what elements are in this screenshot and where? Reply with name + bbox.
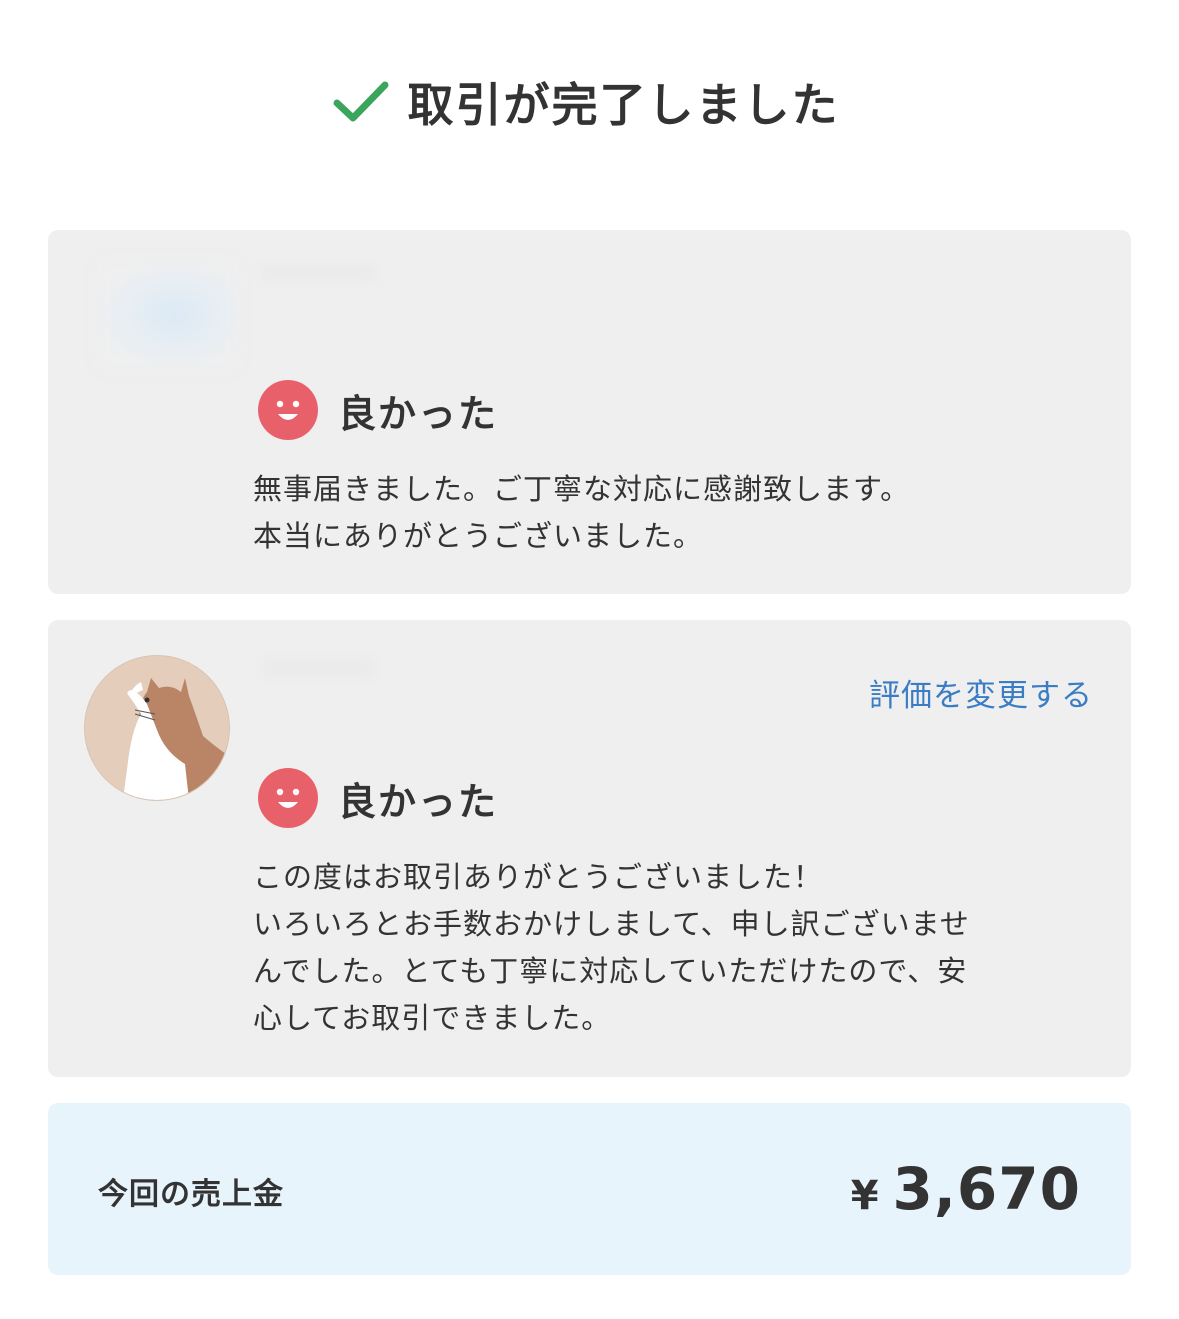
blurred-username bbox=[263, 660, 373, 676]
smile-icon bbox=[258, 380, 318, 440]
review-card-given: 評価を変更する 良かった この度はお取引ありがとうございました！ いろいろとお手… bbox=[48, 620, 1131, 1077]
page-title: 取引が完了しました bbox=[407, 78, 840, 132]
smile-icon bbox=[258, 768, 318, 828]
review-comment: この度はお取引ありがとうございました！ いろいろとお手数おかけしまして、申し訳ご… bbox=[253, 854, 1073, 1042]
comment-line: 本当にありがとうございました。 bbox=[253, 519, 704, 553]
rating: 良かった bbox=[258, 380, 498, 440]
comment-line: 無事届きました。ご丁寧な対応に感謝致します。 bbox=[253, 472, 911, 506]
sales-amount: ¥ 3,670 bbox=[851, 1155, 1081, 1223]
rating-label: 良かった bbox=[338, 779, 499, 824]
rating: 良かった bbox=[258, 768, 498, 828]
change-rating-link[interactable]: 評価を変更する bbox=[869, 670, 1093, 715]
check-icon bbox=[333, 81, 388, 122]
review-card-received: 良かった 無事届きました。ご丁寧な対応に感謝致します。 本当にありがとうございま… bbox=[48, 230, 1131, 594]
comment-line: いろいろとお手数おかけしまして、申し訳ございませ bbox=[253, 907, 970, 941]
completion-header: 取引が完了しました bbox=[0, 62, 1179, 142]
amount-value: 3,670 bbox=[892, 1155, 1081, 1223]
cat-avatar[interactable] bbox=[84, 655, 230, 801]
blurred-avatar bbox=[98, 260, 238, 370]
comment-line: 心してお取引できました。 bbox=[253, 1001, 612, 1035]
comment-line: んでした。とても丁寧に対応していただけたので、安 bbox=[253, 954, 968, 988]
comment-line: この度はお取引ありがとうございました！ bbox=[253, 860, 824, 894]
sales-label: 今回の売上金 bbox=[98, 1177, 284, 1212]
rating-label: 良かった bbox=[338, 391, 499, 436]
blurred-username bbox=[263, 265, 373, 281]
currency-symbol: ¥ bbox=[850, 1173, 879, 1219]
sales-summary: 今回の売上金 ¥ 3,670 bbox=[48, 1103, 1131, 1275]
review-comment: 無事届きました。ご丁寧な対応に感謝致します。 本当にありがとうございました。 bbox=[253, 466, 1073, 560]
